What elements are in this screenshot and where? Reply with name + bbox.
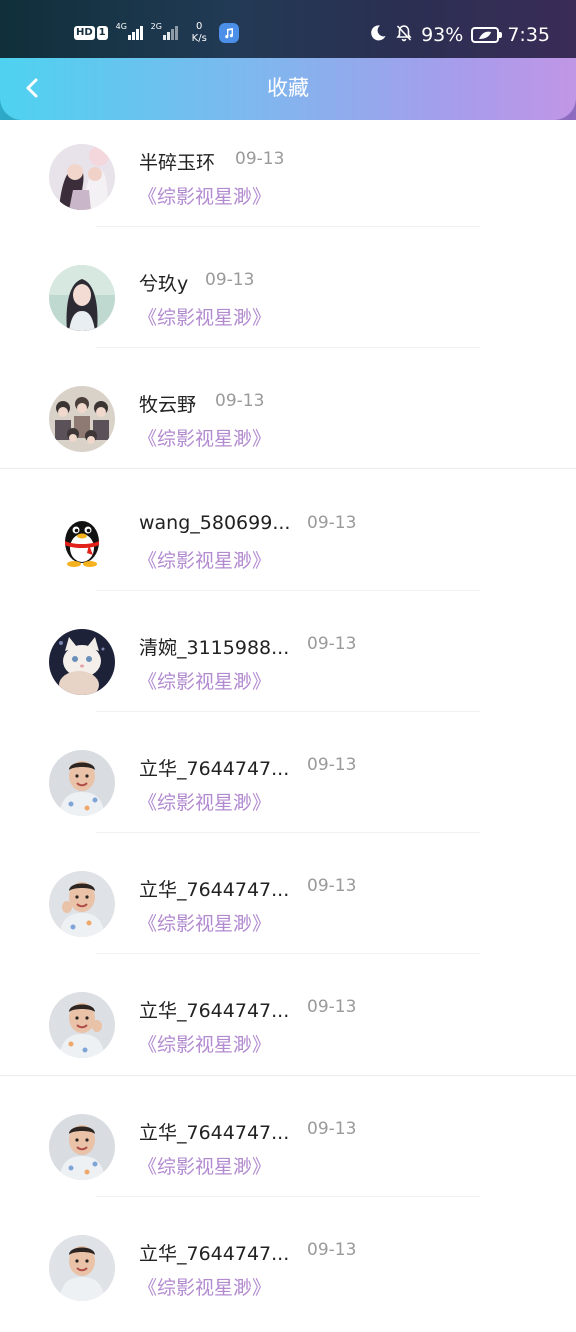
page-title: 收藏	[267, 76, 309, 100]
favorite-date: 09-13	[307, 876, 357, 896]
list-item[interactable]: 立华_7644747... 09-13 《综影视星渺》	[0, 1090, 576, 1211]
divider	[0, 468, 576, 469]
net-speed-value: 0	[196, 21, 203, 32]
favorite-date: 09-13	[215, 391, 265, 411]
avatar[interactable]	[49, 629, 115, 695]
clock-time: 7:35	[507, 24, 550, 46]
avatar[interactable]	[49, 265, 115, 331]
favorite-date: 09-13	[307, 755, 357, 775]
net-speed-unit: K/s	[191, 33, 207, 44]
book-title[interactable]: 《综影视星渺》	[138, 788, 271, 815]
list-item[interactable]: wang_580699... 09-13 《综影视星渺》	[0, 484, 576, 605]
divider	[96, 590, 480, 591]
list-item[interactable]: 兮玖y 09-13 《综影视星渺》	[0, 241, 576, 362]
user-name: 牧云野	[139, 394, 197, 416]
moon-icon	[369, 24, 387, 47]
book-title[interactable]: 《综影视星渺》	[138, 1273, 271, 1300]
divider	[96, 953, 480, 954]
divider	[96, 226, 480, 227]
list-item[interactable]: 半碎玉环 09-13 《综影视星渺》	[0, 120, 576, 241]
favorite-date: 09-13	[307, 513, 357, 533]
app-header: HD 1 4G 2G 0 K/s 93% 7:35 收藏	[0, 0, 576, 120]
user-name: wang_580699...	[139, 512, 291, 534]
status-left-icons: HD 1 4G 2G 0 K/s	[74, 19, 239, 47]
divider	[96, 347, 480, 348]
avatar[interactable]	[49, 1114, 115, 1180]
book-title[interactable]: 《综影视星渺》	[138, 1030, 271, 1057]
avatar[interactable]	[49, 1235, 115, 1301]
user-name: 立华_7644747...	[139, 758, 290, 780]
book-title[interactable]: 《综影视星渺》	[138, 909, 271, 936]
divider	[96, 711, 480, 712]
signal-4g-label: 4G	[115, 22, 127, 31]
favorite-date: 09-13	[205, 270, 255, 290]
list-item[interactable]: 立华_7644747... 09-13 《综影视星渺》	[0, 1211, 576, 1332]
avatar[interactable]	[49, 144, 115, 210]
network-speed: 0 K/s	[192, 21, 207, 45]
sim-label: 1	[96, 26, 108, 40]
avatar[interactable]	[49, 750, 115, 816]
favorite-date: 09-13	[307, 1119, 357, 1139]
user-name: 立华_7644747...	[139, 1243, 290, 1265]
user-name: 立华_7644747...	[139, 1000, 290, 1022]
divider	[96, 1196, 480, 1197]
user-name: 立华_7644747...	[139, 1122, 290, 1144]
list-item[interactable]: 牧云野 09-13 《综影视星渺》	[0, 362, 576, 483]
favorites-list[interactable]: 半碎玉环 09-13 《综影视星渺》 兮玖y 09-13 《综影视星渺》 牧云野…	[0, 120, 576, 1301]
avatar[interactable]	[49, 871, 115, 937]
qq-penguin-icon	[49, 508, 115, 574]
avatar[interactable]	[49, 992, 115, 1058]
list-item[interactable]: 立华_7644747... 09-13 《综影视星渺》	[0, 726, 576, 847]
book-title[interactable]: 《综影视星渺》	[138, 182, 271, 209]
signal-2g-icon: 2G	[151, 22, 178, 40]
user-name: 立华_7644747...	[139, 879, 290, 901]
favorite-date: 09-13	[307, 997, 357, 1017]
hd-label: HD	[74, 26, 95, 40]
book-title[interactable]: 《综影视星渺》	[138, 424, 271, 451]
hd-icon: HD 1	[74, 26, 108, 40]
user-name: 半碎玉环	[139, 152, 216, 174]
music-app-icon	[218, 23, 239, 43]
list-item[interactable]: 清婉_3115988... 09-13 《综影视星渺》	[0, 605, 576, 726]
divider	[0, 1075, 576, 1076]
status-bar: HD 1 4G 2G 0 K/s 93% 7:35	[0, 0, 576, 58]
user-name: 兮玖y	[139, 273, 189, 295]
divider	[96, 832, 480, 833]
favorite-date: 09-13	[307, 1240, 357, 1260]
favorite-date: 09-13	[235, 149, 285, 169]
book-title[interactable]: 《综影视星渺》	[138, 303, 271, 330]
user-name: 清婉_3115988...	[139, 637, 290, 659]
list-item[interactable]: 立华_7644747... 09-13 《综影视星渺》	[0, 968, 576, 1089]
book-title[interactable]: 《综影视星渺》	[138, 667, 271, 694]
status-right-icons: 93% 7:35	[369, 21, 550, 49]
battery-percent: 93%	[421, 24, 464, 46]
avatar[interactable]	[49, 386, 115, 452]
battery-icon	[471, 27, 503, 43]
bell-muted-icon	[395, 24, 413, 47]
book-title[interactable]: 《综影视星渺》	[138, 546, 271, 573]
favorite-date: 09-13	[307, 634, 357, 654]
book-title[interactable]: 《综影视星渺》	[138, 1152, 271, 1179]
signal-4g-icon: 4G	[116, 22, 143, 40]
title-bar: 收藏	[0, 58, 576, 120]
list-item[interactable]: 立华_7644747... 09-13 《综影视星渺》	[0, 847, 576, 968]
signal-2g-label: 2G	[150, 22, 162, 31]
avatar[interactable]	[49, 508, 115, 574]
